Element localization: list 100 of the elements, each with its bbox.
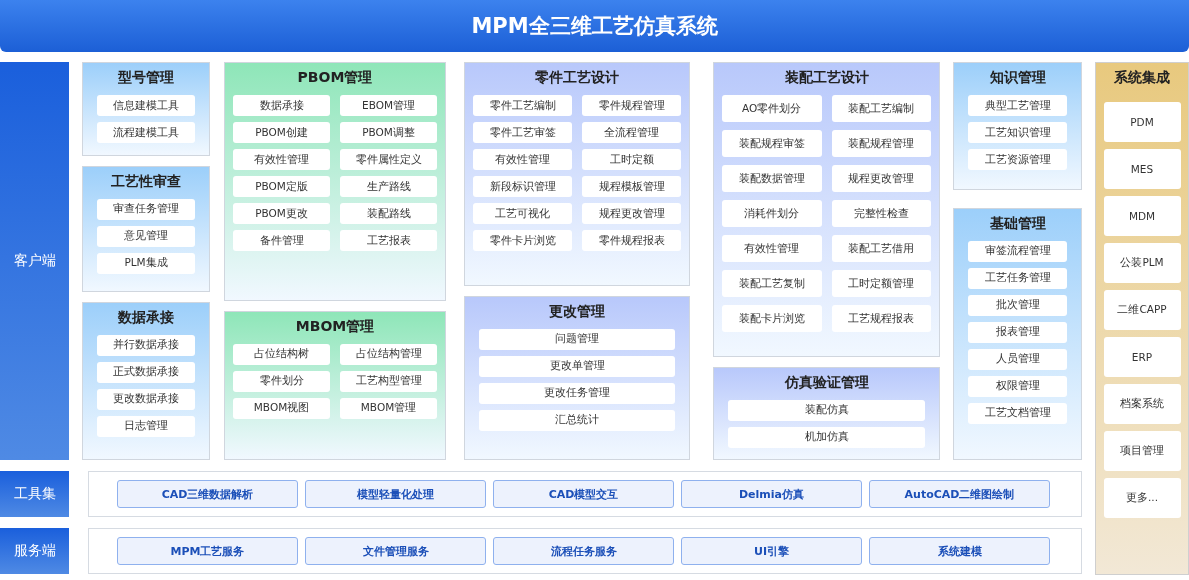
module-title: 型号管理 [118,69,174,87]
tool-item[interactable]: AutoCAD二维图绘制 [869,480,1050,508]
module-item[interactable]: 批次管理 [968,294,1067,316]
module-title: 基础管理 [989,214,1046,233]
module-item[interactable]: MBOM视图 [233,397,330,419]
module-item[interactable]: 规程更改管理 [831,165,931,192]
service-item[interactable]: 文件管理服务 [305,537,486,565]
module-item[interactable]: 工时定额 [582,149,681,170]
module-item[interactable]: 备件管理 [233,230,330,251]
module-item[interactable]: PBOM定版 [233,176,330,197]
module-item[interactable]: 审签流程管理 [968,240,1067,262]
system-item[interactable]: MDM [1103,196,1181,236]
module-item[interactable]: 占位结构管理 [340,343,437,365]
module-item[interactable]: 汇总统计 [479,409,675,431]
tool-item[interactable]: Delmia仿真 [681,480,862,508]
module-item[interactable]: 数据承接 [233,95,330,116]
system-item[interactable]: PDM [1103,102,1181,142]
module-item[interactable]: 报表管理 [968,321,1067,343]
module-item[interactable]: 有效性管理 [473,149,572,170]
module-item[interactable]: 工艺构型管理 [340,370,437,392]
layer-label: 客户端 [0,62,69,460]
module-item[interactable]: 装配工艺编制 [831,95,931,122]
module-item[interactable]: 装配数据管理 [722,165,822,192]
module-item[interactable]: PBOM调整 [340,122,437,143]
system-item[interactable]: MES [1103,149,1181,189]
module-title: 知识管理 [989,69,1046,87]
system-item[interactable]: ERP [1103,337,1181,377]
system-item[interactable]: 档案系统 [1103,384,1181,424]
module-item[interactable]: 工艺报表 [340,230,437,251]
module-item[interactable]: 机加仿真 [728,426,925,448]
module-item[interactable]: 意见管理 [97,225,195,247]
service-item[interactable]: 系统建模 [869,537,1050,565]
layer-label: 工具集 [0,471,69,517]
module-item[interactable]: 零件规程管理 [582,95,681,116]
module-item[interactable]: 装配路线 [340,203,437,224]
module-item[interactable]: 并行数据承接 [97,334,195,356]
layer-label: 服务端 [0,528,69,574]
module-item[interactable]: 装配规程管理 [831,130,931,157]
title-bar: MPM全三维工艺仿真系统 [0,0,1189,52]
module-item[interactable]: 零件规程报表 [582,230,681,251]
module-item[interactable]: 更改数据承接 [97,388,195,410]
module-item[interactable]: 工艺知识管理 [968,122,1067,143]
tool-item[interactable]: CAD三维数据解析 [117,480,298,508]
module-item[interactable]: PBOM更改 [233,203,330,224]
module-item[interactable]: 问题管理 [479,328,675,350]
module-item[interactable]: 完整性检查 [831,200,931,227]
module-item[interactable]: 装配规程审签 [722,130,822,157]
module-item[interactable]: 装配仿真 [728,399,925,421]
module-item[interactable]: 装配卡片浏览 [722,305,822,332]
module-item[interactable]: 消耗件划分 [722,200,822,227]
module-item[interactable]: 装配工艺借用 [831,235,931,262]
module-item[interactable]: AO零件划分 [722,95,822,122]
module-title: PBOM管理 [297,69,373,87]
tool-item[interactable]: CAD模型交互 [493,480,674,508]
module-item[interactable]: 生产路线 [340,176,437,197]
system-item[interactable]: 二维CAPP [1103,290,1181,330]
module-item[interactable]: 有效性管理 [722,235,822,262]
system-item[interactable]: 更多... [1103,478,1181,518]
module-item[interactable]: 工艺文档管理 [968,402,1067,424]
module-item[interactable]: PLM集成 [97,252,195,274]
module-item[interactable]: 工艺规程报表 [831,305,931,332]
module-item[interactable]: 权限管理 [968,375,1067,397]
system-item[interactable]: 公装PLM [1103,243,1181,283]
module-item[interactable]: 零件划分 [233,370,330,392]
module-item[interactable]: 占位结构树 [233,343,330,365]
service-item[interactable]: UI引擎 [681,537,862,565]
module-item[interactable]: 正式数据承接 [97,361,195,383]
module-item[interactable]: 更改任务管理 [479,382,675,404]
module-item[interactable]: 工艺资源管理 [968,149,1067,170]
module-title: MBOM管理 [295,317,375,336]
module-title: 更改管理 [549,302,605,321]
module-item[interactable]: 信息建模工具 [97,95,195,116]
module-item[interactable]: 零件卡片浏览 [473,230,572,251]
system-item[interactable]: 项目管理 [1103,431,1181,471]
module-item[interactable]: 零件工艺审签 [473,122,572,143]
module-item[interactable]: 零件工艺编制 [473,95,572,116]
module-item[interactable]: 新段标识管理 [473,176,572,197]
module-title: 装配工艺设计 [784,69,869,87]
module-item[interactable]: 工艺可视化 [473,203,572,224]
module-item[interactable]: 更改单管理 [479,355,675,377]
module-item[interactable]: EBOM管理 [340,95,437,116]
module-item[interactable]: 零件属性定义 [340,149,437,170]
module-item[interactable]: 规程更改管理 [582,203,681,224]
module-item[interactable]: 装配工艺复制 [722,270,822,297]
module-item[interactable]: 规程模板管理 [582,176,681,197]
module-item[interactable]: PBOM创建 [233,122,330,143]
service-item[interactable]: 流程任务服务 [493,537,674,565]
module-item[interactable]: 典型工艺管理 [968,95,1067,116]
module-item[interactable]: 流程建模工具 [97,122,195,143]
service-item[interactable]: MPM工艺服务 [117,537,298,565]
module-item[interactable]: MBOM管理 [340,397,437,419]
module-item[interactable]: 有效性管理 [233,149,330,170]
module-item[interactable]: 人员管理 [968,348,1067,370]
module-item[interactable]: 日志管理 [97,415,195,437]
module-item[interactable]: 工艺任务管理 [968,267,1067,289]
integration-title: 系统集成 [1114,69,1170,87]
module-item[interactable]: 工时定额管理 [831,270,931,297]
module-item[interactable]: 全流程管理 [582,122,681,143]
module-item[interactable]: 审查任务管理 [97,198,195,220]
tool-item[interactable]: 模型轻量化处理 [305,480,486,508]
